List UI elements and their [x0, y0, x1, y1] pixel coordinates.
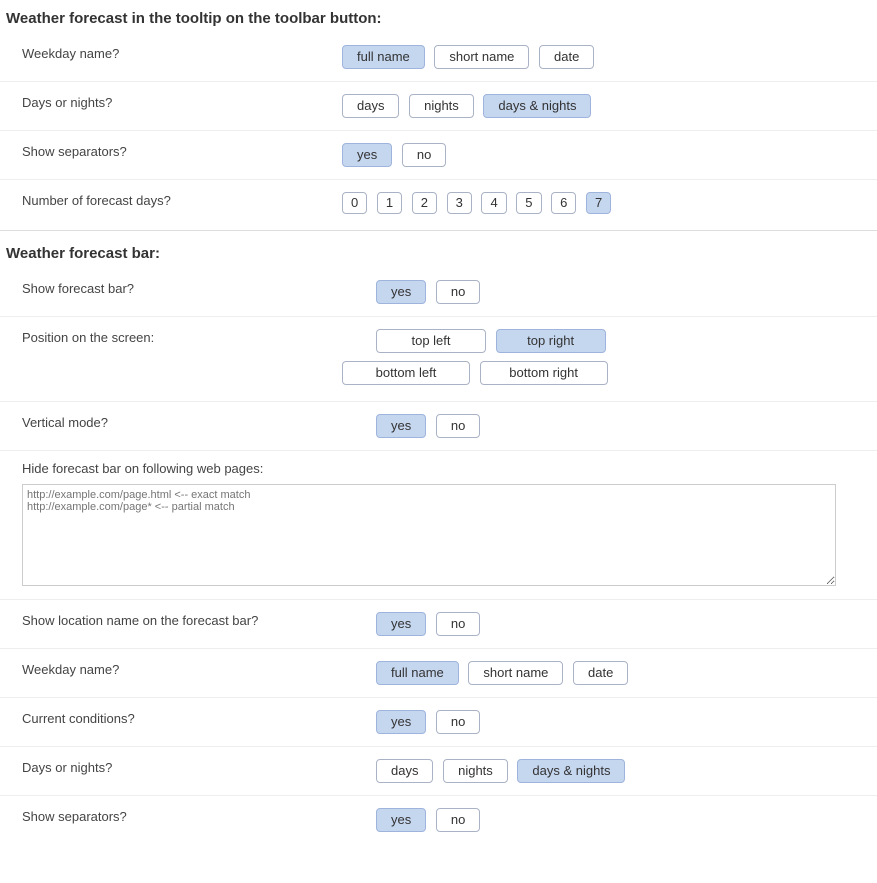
section-title-tooltip: Weather forecast in the tooltip on the t… [0, 0, 877, 33]
option-full-name[interactable]: full name [376, 661, 459, 685]
option-yes[interactable]: yes [376, 710, 426, 734]
controls-weekday-bar: full name short name date [376, 659, 877, 687]
option-date[interactable]: date [573, 661, 628, 685]
option-nights[interactable]: nights [409, 94, 474, 118]
row-days-nights-tooltip: Days or nights? days nights days & night… [0, 82, 877, 131]
controls-days-nights-bar: days nights days & nights [376, 757, 877, 785]
row-days-nights-bar: Days or nights? days nights days & night… [0, 747, 877, 796]
row-hide-pages: Hide forecast bar on following web pages… [0, 451, 877, 600]
row-position: Position on the screen: top left top rig… [0, 317, 877, 402]
row-separators-tooltip: Show separators? yes no [0, 131, 877, 180]
option-days[interactable]: days [376, 759, 433, 783]
option-no[interactable]: no [436, 808, 480, 832]
row-vertical: Vertical mode? yes no [0, 402, 877, 451]
controls-separators-bar: yes no [376, 806, 877, 834]
label-separators-bar: Show separators? [22, 806, 376, 824]
hide-pages-textarea[interactable] [22, 484, 836, 586]
option-top-right[interactable]: top right [496, 329, 606, 353]
option-2[interactable]: 2 [412, 192, 437, 214]
label-position: Position on the screen: [22, 327, 376, 345]
label-days-nights-tooltip: Days or nights? [22, 92, 342, 110]
row-weekday-bar: Weekday name? full name short name date [0, 649, 877, 698]
option-nights[interactable]: nights [443, 759, 508, 783]
label-days-nights-bar: Days or nights? [22, 757, 376, 775]
row-num-days: Number of forecast days? 0 1 2 3 4 5 6 7 [0, 180, 877, 226]
label-num-days: Number of forecast days? [22, 190, 342, 208]
label-weekday-tooltip: Weekday name? [22, 43, 342, 61]
option-yes[interactable]: yes [376, 808, 426, 832]
option-no[interactable]: no [436, 612, 480, 636]
option-bottom-right[interactable]: bottom right [480, 361, 608, 385]
controls-current: yes no [376, 708, 877, 736]
controls-days-nights-tooltip: days nights days & nights [342, 92, 877, 120]
label-weekday-bar: Weekday name? [22, 659, 376, 677]
option-yes[interactable]: yes [342, 143, 392, 167]
label-show-location: Show location name on the forecast bar? [22, 610, 376, 628]
option-7[interactable]: 7 [586, 192, 611, 214]
controls-position: top left top right bottom left bottom ri… [376, 327, 877, 391]
label-hide-pages: Hide forecast bar on following web pages… [22, 461, 877, 476]
option-no[interactable]: no [402, 143, 446, 167]
option-days-nights[interactable]: days & nights [483, 94, 591, 118]
option-1[interactable]: 1 [377, 192, 402, 214]
row-weekday-tooltip: Weekday name? full name short name date [0, 33, 877, 82]
option-yes[interactable]: yes [376, 414, 426, 438]
controls-vertical: yes no [376, 412, 877, 440]
controls-weekday-tooltip: full name short name date [342, 43, 877, 71]
controls-show-location: yes no [376, 610, 877, 638]
label-separators-tooltip: Show separators? [22, 141, 342, 159]
option-short-name[interactable]: short name [434, 45, 529, 69]
option-no[interactable]: no [436, 710, 480, 734]
row-current: Current conditions? yes no [0, 698, 877, 747]
option-top-left[interactable]: top left [376, 329, 486, 353]
controls-show-bar: yes no [376, 278, 877, 306]
section-divider [0, 230, 877, 231]
option-4[interactable]: 4 [481, 192, 506, 214]
option-yes[interactable]: yes [376, 280, 426, 304]
option-no[interactable]: no [436, 280, 480, 304]
option-full-name[interactable]: full name [342, 45, 425, 69]
controls-num-days: 0 1 2 3 4 5 6 7 [342, 190, 877, 216]
option-0[interactable]: 0 [342, 192, 367, 214]
label-vertical: Vertical mode? [22, 412, 376, 430]
row-show-bar: Show forecast bar? yes no [0, 268, 877, 317]
option-5[interactable]: 5 [516, 192, 541, 214]
option-short-name[interactable]: short name [468, 661, 563, 685]
option-6[interactable]: 6 [551, 192, 576, 214]
controls-separators-tooltip: yes no [342, 141, 877, 169]
option-days-nights[interactable]: days & nights [517, 759, 625, 783]
label-current: Current conditions? [22, 708, 376, 726]
option-3[interactable]: 3 [447, 192, 472, 214]
row-show-location: Show location name on the forecast bar? … [0, 600, 877, 649]
section-title-bar: Weather forecast bar: [0, 235, 877, 268]
option-days[interactable]: days [342, 94, 399, 118]
option-bottom-left[interactable]: bottom left [342, 361, 470, 385]
label-show-bar: Show forecast bar? [22, 278, 376, 296]
option-no[interactable]: no [436, 414, 480, 438]
option-yes[interactable]: yes [376, 612, 426, 636]
row-separators-bar: Show separators? yes no [0, 796, 877, 844]
option-date[interactable]: date [539, 45, 594, 69]
